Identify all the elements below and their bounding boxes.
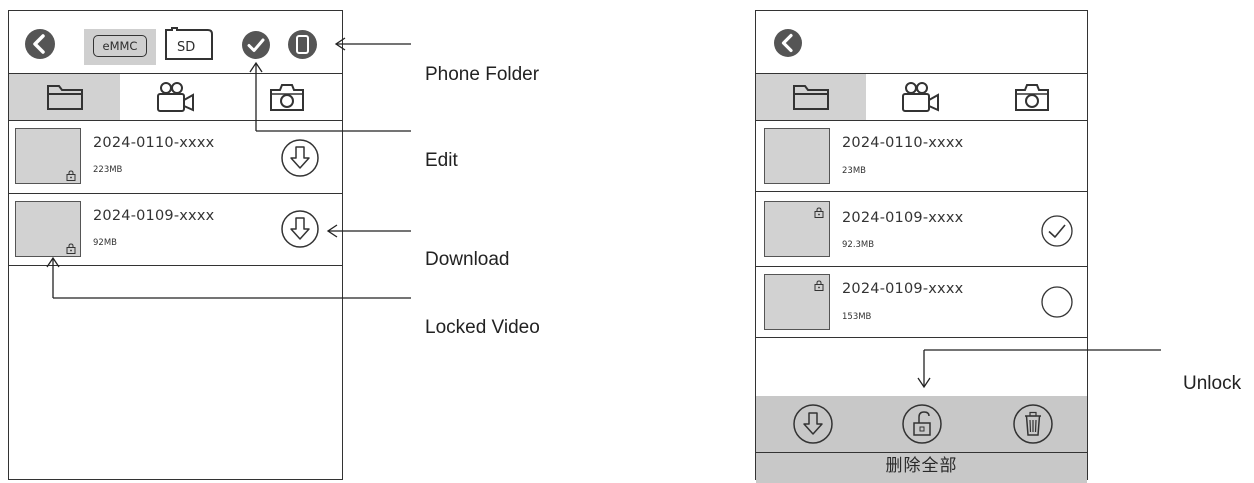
edit-button[interactable] — [241, 30, 271, 60]
lock-icon — [66, 170, 76, 181]
back-button[interactable] — [773, 28, 803, 58]
phone-icon — [288, 30, 317, 59]
video-camera-icon — [902, 82, 940, 112]
action-bar — [756, 396, 1087, 452]
file-size: 153MB — [842, 312, 872, 322]
file-size: 92.3MB — [842, 240, 875, 250]
unlock-button[interactable] — [902, 404, 942, 444]
tab-files[interactable] — [756, 74, 867, 120]
left-phone-screen: eMMC SD 2024-0110-xxxx 223MB 2024-0109-x… — [8, 10, 343, 480]
media-tabs — [756, 74, 1087, 120]
trash-icon — [1013, 404, 1053, 444]
annotation-phone-folder: Phone Folder — [425, 64, 540, 85]
select-checkbox[interactable] — [1041, 286, 1073, 318]
back-icon — [774, 29, 802, 57]
list-item[interactable]: 2024-0109-xxxx 153MB — [756, 267, 1087, 337]
emmc-label: eMMC — [102, 39, 138, 53]
file-name: 2024-0109-xxxx — [93, 208, 215, 224]
video-camera-icon — [156, 82, 194, 112]
download-icon — [793, 404, 833, 444]
photo-camera-icon — [1014, 84, 1049, 111]
annotation-locked-video: Locked Video — [425, 317, 540, 338]
video-thumbnail — [764, 201, 830, 257]
file-name: 2024-0110-xxxx — [842, 135, 964, 151]
tab-videos[interactable] — [120, 74, 231, 120]
annotation-edit: Edit — [425, 150, 458, 171]
lock-icon — [814, 280, 824, 291]
sd-tab[interactable]: SD — [164, 26, 214, 62]
lock-icon — [66, 243, 76, 254]
unlock-icon — [902, 404, 942, 444]
annotation-unlock: Unlock — [1183, 373, 1242, 394]
list-item[interactable]: 2024-0109-xxxx 92MB — [9, 194, 342, 265]
check-icon — [242, 31, 270, 59]
back-button[interactable] — [24, 28, 56, 60]
folder-icon — [46, 85, 83, 110]
video-thumbnail — [764, 274, 830, 330]
tab-videos[interactable] — [866, 74, 976, 120]
video-thumbnail — [15, 201, 81, 257]
delete-all-button[interactable]: 删除全部 — [756, 452, 1087, 483]
lock-icon — [814, 207, 824, 218]
right-phone-screen: 2024-0110-xxxx 23MB 2024-0109-xxxx 92.3M… — [755, 10, 1088, 483]
download-button[interactable] — [281, 210, 319, 248]
download-icon — [281, 210, 319, 248]
file-name: 2024-0110-xxxx — [93, 135, 215, 151]
file-size: 223MB — [93, 165, 123, 175]
file-size: 92MB — [93, 238, 117, 248]
annotation-download: Download — [425, 249, 510, 270]
download-button[interactable] — [793, 404, 833, 444]
list-item[interactable]: 2024-0110-xxxx 223MB — [9, 121, 342, 193]
radio-unchecked-icon — [1041, 286, 1073, 318]
video-thumbnail — [15, 128, 81, 184]
delete-button[interactable] — [1013, 404, 1053, 444]
tab-photos[interactable] — [231, 74, 342, 120]
photo-camera-icon — [269, 84, 304, 111]
select-checkbox[interactable] — [1041, 215, 1073, 247]
emmc-tab[interactable]: eMMC — [84, 29, 156, 65]
sd-label: SD — [177, 40, 196, 55]
folder-icon — [793, 85, 830, 110]
list-item[interactable]: 2024-0109-xxxx 92.3MB — [756, 192, 1087, 266]
tab-photos[interactable] — [977, 74, 1087, 120]
file-name: 2024-0109-xxxx — [842, 281, 964, 297]
back-icon — [25, 29, 55, 59]
radio-checked-icon — [1041, 215, 1073, 247]
media-tabs — [9, 74, 342, 120]
list-item[interactable]: 2024-0110-xxxx 23MB — [756, 121, 1087, 191]
delete-all-label: 删除全部 — [885, 456, 958, 476]
tab-files[interactable] — [9, 74, 120, 120]
download-icon — [281, 139, 319, 177]
video-thumbnail — [764, 128, 830, 184]
emmc-label-box: eMMC — [93, 35, 147, 57]
download-button[interactable] — [281, 139, 319, 177]
file-size: 23MB — [842, 166, 866, 176]
file-name: 2024-0109-xxxx — [842, 210, 964, 226]
phone-folder-button[interactable] — [287, 29, 318, 60]
